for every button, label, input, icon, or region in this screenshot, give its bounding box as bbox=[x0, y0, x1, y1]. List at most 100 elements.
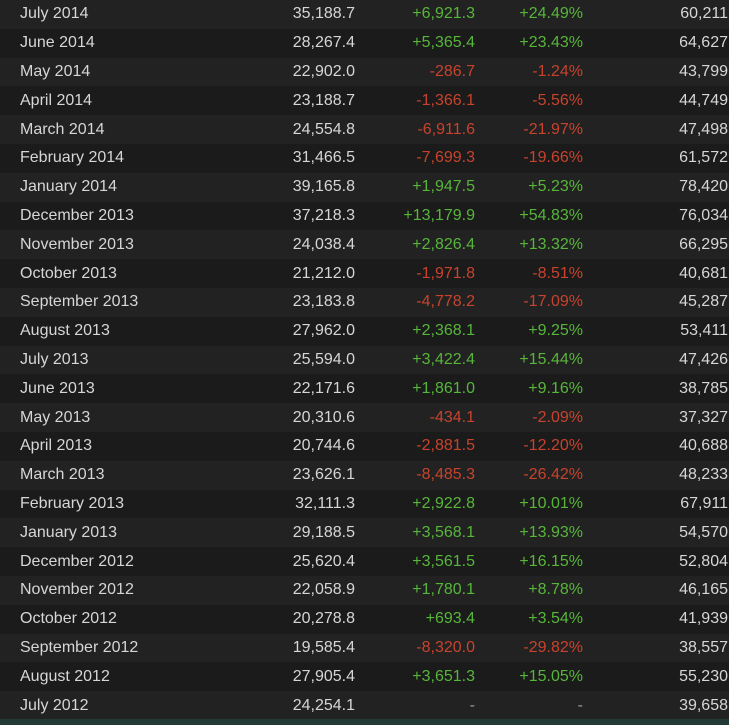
peak-players-cell: 39,658 bbox=[679, 696, 728, 714]
percent-gain-cell: +23.43% bbox=[519, 34, 583, 52]
month-cell: March 2013 bbox=[20, 466, 105, 484]
avg-players-cell: 39,165.8 bbox=[292, 178, 355, 196]
table-row: May 2013 20,310.6 -434.1 -2.09% 37,327 bbox=[0, 403, 729, 432]
month-cell: November 2012 bbox=[20, 581, 134, 599]
percent-gain-cell: -12.20% bbox=[523, 437, 583, 455]
gain-cell: -2,881.5 bbox=[416, 437, 475, 455]
gain-cell: -1,366.1 bbox=[416, 91, 475, 109]
peak-players-cell: 60,211 bbox=[680, 5, 728, 23]
peak-players-cell: 37,327 bbox=[679, 408, 728, 426]
table-row: July 2013 25,594.0 +3,422.4 +15.44% 47,426 bbox=[0, 345, 729, 375]
month-cell: January 2014 bbox=[20, 178, 117, 196]
percent-gain-cell: +15.44% bbox=[519, 350, 583, 368]
table-row: December 2013 37,218.3 +13,179.9 +54.83% 76,… bbox=[0, 201, 729, 231]
month-cell: January 2013 bbox=[20, 523, 117, 541]
gain-cell: -4,778.2 bbox=[416, 293, 475, 311]
percent-gain-cell: -1.24% bbox=[532, 62, 583, 80]
table-row: March 2013 23,626.1 -8,485.3 -26.42% 48,233 bbox=[0, 460, 729, 490]
table-row: September 2013 23,183.8 -4,778.2 -17.09% 45,… bbox=[0, 287, 729, 317]
month-cell: July 2012 bbox=[20, 696, 89, 714]
table-row: May 2014 22,902.0 -286.7 -1.24% 43,799 bbox=[0, 57, 729, 87]
avg-players-cell: 23,188.7 bbox=[292, 91, 355, 109]
table-row: July 2014 35,188.7 +6,921.3 +24.49% 60,211 bbox=[0, 0, 729, 29]
table-row: July 2012 24,254.1 - - 39,658 bbox=[0, 691, 729, 720]
avg-players-cell: 29,188.5 bbox=[292, 523, 355, 541]
month-cell: May 2013 bbox=[20, 408, 91, 426]
table-row: January 2014 39,165.8 +1,947.5 +5.23% 78,420 bbox=[0, 172, 729, 202]
month-cell: July 2014 bbox=[20, 5, 89, 23]
avg-players-cell: 23,626.1 bbox=[292, 466, 355, 484]
avg-players-cell: 19,585.4 bbox=[292, 638, 355, 656]
percent-gain-cell: -19.66% bbox=[523, 149, 583, 167]
peak-players-cell: 53,411 bbox=[680, 322, 728, 340]
gain-cell: -8,320.0 bbox=[416, 638, 475, 656]
avg-players-cell: 20,310.6 bbox=[292, 408, 355, 426]
gain-cell: +3,651.3 bbox=[412, 667, 475, 685]
month-cell: February 2013 bbox=[20, 494, 125, 512]
avg-players-cell: 25,594.0 bbox=[292, 350, 355, 368]
gain-cell: -8,485.3 bbox=[416, 466, 475, 484]
table-row: April 2013 20,744.6 -2,881.5 -12.20% 40,688 bbox=[0, 431, 729, 461]
month-cell: November 2013 bbox=[20, 235, 134, 253]
avg-players-cell: 31,466.5 bbox=[292, 149, 355, 167]
avg-players-cell: 24,554.8 bbox=[292, 120, 355, 138]
percent-gain-cell: -2.09% bbox=[532, 408, 583, 426]
percent-gain-cell: +13.93% bbox=[519, 523, 583, 541]
bottom-edge-strip bbox=[0, 719, 729, 725]
gain-cell: -286.7 bbox=[429, 62, 475, 80]
avg-players-cell: 22,171.6 bbox=[292, 379, 355, 397]
percent-gain-cell: +3.54% bbox=[528, 610, 583, 628]
month-cell: June 2014 bbox=[20, 34, 95, 52]
gain-cell: -1,971.8 bbox=[416, 264, 475, 282]
percent-gain-cell: -21.97% bbox=[523, 120, 583, 138]
peak-players-cell: 44,749 bbox=[679, 91, 728, 109]
percent-gain-cell: - bbox=[577, 696, 583, 714]
peak-players-cell: 52,804 bbox=[679, 552, 728, 570]
peak-players-cell: 41,939 bbox=[679, 610, 728, 628]
avg-players-cell: 32,111.3 bbox=[295, 494, 355, 512]
percent-gain-cell: +16.15% bbox=[519, 552, 583, 570]
gain-cell: -6,911.6 bbox=[417, 120, 475, 138]
month-cell: May 2014 bbox=[20, 62, 91, 80]
peak-players-cell: 38,557 bbox=[679, 638, 728, 656]
peak-players-cell: 45,287 bbox=[679, 293, 728, 311]
table-row: December 2012 25,620.4 +3,561.5 +16.15% 52,8… bbox=[0, 547, 729, 576]
avg-players-cell: 21,212.0 bbox=[292, 264, 355, 282]
month-cell: December 2012 bbox=[20, 552, 134, 570]
percent-gain-cell: +9.16% bbox=[528, 379, 583, 397]
month-cell: March 2014 bbox=[20, 120, 105, 138]
gain-cell: +3,568.1 bbox=[412, 523, 475, 541]
month-cell: July 2013 bbox=[20, 350, 89, 368]
gain-cell: +3,561.5 bbox=[412, 552, 475, 570]
gain-cell: -434.1 bbox=[429, 408, 475, 426]
peak-players-cell: 47,426 bbox=[679, 350, 728, 368]
month-cell: September 2013 bbox=[20, 293, 139, 311]
gain-cell: -7,699.3 bbox=[416, 149, 475, 167]
percent-gain-cell: -17.09% bbox=[523, 293, 583, 311]
gain-cell: +6,921.3 bbox=[412, 5, 475, 23]
table-row: March 2014 24,554.8 -6,911.6 -21.97% 47,498 bbox=[0, 115, 729, 144]
avg-players-cell: 28,267.4 bbox=[292, 34, 355, 52]
month-cell: August 2013 bbox=[20, 322, 110, 340]
gain-cell: +3,422.4 bbox=[412, 350, 475, 368]
month-cell: October 2012 bbox=[20, 610, 117, 628]
avg-players-cell: 25,620.4 bbox=[292, 552, 355, 570]
avg-players-cell: 22,902.0 bbox=[292, 62, 355, 80]
avg-players-cell: 22,058.9 bbox=[292, 581, 355, 599]
avg-players-cell: 35,188.7 bbox=[292, 5, 355, 23]
peak-players-cell: 54,570 bbox=[679, 523, 728, 541]
peak-players-cell: 43,799 bbox=[679, 62, 728, 80]
month-cell: April 2014 bbox=[20, 91, 93, 109]
table-row: October 2012 20,278.8 +693.4 +3.54% 41,939 bbox=[0, 604, 729, 634]
month-cell: September 2012 bbox=[20, 638, 139, 656]
avg-players-cell: 23,183.8 bbox=[292, 293, 355, 311]
avg-players-cell: 20,744.6 bbox=[292, 437, 355, 455]
percent-gain-cell: -8.51% bbox=[532, 264, 583, 282]
avg-players-cell: 24,038.4 bbox=[292, 235, 355, 253]
peak-players-cell: 67,911 bbox=[680, 494, 728, 512]
percent-gain-cell: +9.25% bbox=[528, 322, 583, 340]
month-cell: October 2013 bbox=[20, 264, 117, 282]
month-cell: August 2012 bbox=[20, 667, 110, 685]
peak-players-cell: 78,420 bbox=[679, 178, 728, 196]
peak-players-cell: 40,688 bbox=[679, 437, 728, 455]
